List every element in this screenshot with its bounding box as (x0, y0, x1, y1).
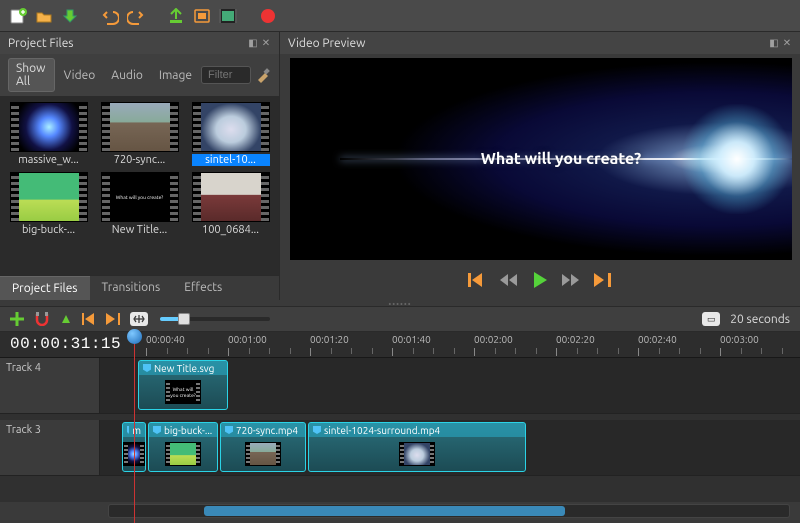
playhead[interactable] (134, 332, 135, 523)
video-preview-title: Video Preview (288, 37, 365, 50)
project-file-item[interactable]: big-buck-... (6, 172, 91, 236)
timeline-clip[interactable]: New Title.svgWhat will you create? (138, 360, 228, 410)
timeline-clip[interactable]: 720-sync.mp4 (220, 422, 306, 472)
new-project-icon[interactable] (8, 6, 28, 26)
timeline-hscrollbar[interactable] (108, 504, 790, 518)
timeline-track: Track 3mbig-buck-...720-sync.mp4sintel-1… (0, 420, 800, 476)
project-file-label: 100_0684... (192, 224, 270, 236)
project-file-item[interactable]: 100_0684... (188, 172, 273, 236)
ruler-tick: 00:00:40 (146, 334, 185, 345)
timeline-tracks: Track 4 New Title.svgWhat will you create… (0, 358, 800, 502)
prev-marker-icon[interactable] (82, 313, 96, 325)
ruler-tick: 00:03:00 (720, 334, 759, 345)
center-playhead-icon[interactable] (130, 312, 148, 326)
undo-icon[interactable] (100, 6, 120, 26)
clip-label: New Title.svg (154, 363, 214, 374)
filter-image[interactable]: Image (152, 66, 199, 85)
jump-end-icon[interactable] (594, 273, 612, 287)
clip-tag-icon (143, 364, 151, 372)
project-file-label: massive_w... (10, 154, 88, 166)
timeline-clip[interactable]: big-buck-... (148, 422, 218, 472)
zoom-slider[interactable] (160, 317, 270, 321)
project-files-title: Project Files (8, 37, 74, 50)
timeline-clip[interactable]: sintel-1024-surround.mp4 (308, 422, 526, 472)
add-track-icon[interactable] (10, 312, 24, 326)
save-project-icon[interactable] (60, 6, 80, 26)
project-file-item[interactable]: sintel-10... (188, 102, 273, 166)
clip-label: big-buck-... (164, 425, 212, 436)
undock-icon[interactable]: ◧ (248, 38, 258, 48)
timeline-toolbar: ▭ 20 seconds (0, 306, 800, 332)
project-file-label: sintel-10... (192, 154, 270, 166)
fast-forward-icon[interactable] (562, 274, 580, 286)
filter-audio[interactable]: Audio (104, 66, 150, 85)
clip-tag-icon (313, 426, 321, 434)
video-preview-panel: Video Preview ◧✕ What will you create? (280, 32, 800, 300)
project-files-panel: Project Files ◧✕ Show All Video Audio Im… (0, 32, 280, 300)
duration-mode-icon[interactable]: ▭ (702, 312, 720, 326)
track-header[interactable]: Track 4 (0, 358, 100, 413)
filter-show-all[interactable]: Show All (8, 58, 55, 92)
export-icon[interactable] (258, 6, 278, 26)
close-panel-icon[interactable]: ✕ (782, 38, 792, 48)
project-file-label: New Title... (101, 224, 179, 236)
tab-project-files[interactable]: Project Files (0, 276, 90, 300)
redo-icon[interactable] (126, 6, 146, 26)
jump-start-icon[interactable] (468, 273, 486, 287)
timeline-ruler[interactable]: 00:00:31:15 00:00:40 00:01:00 00:01:20 00:0… (0, 332, 800, 358)
clear-filter-icon[interactable] (255, 67, 271, 83)
project-files-grid: massive_w... 720-sync... sintel-10... big-b… (0, 96, 279, 275)
import-files-icon[interactable] (166, 6, 186, 26)
project-file-item[interactable]: 720-sync... (97, 102, 182, 166)
clip-label: 720-sync.mp4 (236, 425, 298, 436)
ruler-tick: 00:01:40 (392, 334, 431, 345)
main-toolbar (0, 0, 800, 32)
choose-profile-icon[interactable] (192, 6, 212, 26)
play-icon[interactable] (532, 272, 548, 288)
ruler-tick: 00:02:20 (556, 334, 595, 345)
tab-effects[interactable]: Effects (172, 276, 234, 300)
ruler-tick: 00:02:00 (474, 334, 513, 345)
filmstrip-icon[interactable] (218, 6, 238, 26)
zoom-level-label: 20 seconds (730, 313, 790, 326)
snap-icon[interactable] (34, 312, 50, 326)
clip-tag-icon (127, 426, 129, 434)
project-files-filters: Show All Video Audio Image (0, 54, 279, 96)
next-marker-icon[interactable] (106, 313, 120, 325)
track-lane[interactable]: mbig-buck-...720-sync.mp4sintel-1024-sur… (100, 420, 800, 475)
timeline-track: Track 4 New Title.svgWhat will you create… (0, 358, 800, 414)
filter-input[interactable] (201, 66, 251, 84)
clip-label: sintel-1024-surround.mp4 (324, 425, 440, 436)
project-file-item[interactable]: massive_w... (6, 102, 91, 166)
open-project-icon[interactable] (34, 6, 54, 26)
tab-transitions[interactable]: Transitions (90, 276, 173, 300)
ruler-tick: 00:01:00 (228, 334, 267, 345)
clip-tag-icon (153, 426, 161, 434)
add-marker-icon[interactable] (60, 313, 72, 325)
filter-video[interactable]: Video (57, 66, 103, 85)
project-file-label: big-buck-... (10, 224, 88, 236)
track-header[interactable]: Track 3 (0, 420, 100, 475)
project-file-item[interactable]: What will you create?New Title... (97, 172, 182, 236)
project-file-label: 720-sync... (101, 154, 179, 166)
clip-tag-icon (225, 426, 233, 434)
ruler-tick: 00:02:40 (638, 334, 677, 345)
transport-controls (280, 266, 800, 294)
preview-overlay-text: What will you create? (481, 150, 641, 168)
undock-icon[interactable]: ◧ (769, 38, 779, 48)
preview-viewport: What will you create? (290, 58, 792, 260)
rewind-icon[interactable] (500, 274, 518, 286)
ruler-tick: 00:01:20 (310, 334, 349, 345)
track-lane[interactable]: New Title.svgWhat will you create? (100, 358, 800, 413)
close-panel-icon[interactable]: ✕ (261, 38, 271, 48)
timecode-display: 00:00:31:15 (10, 335, 121, 353)
